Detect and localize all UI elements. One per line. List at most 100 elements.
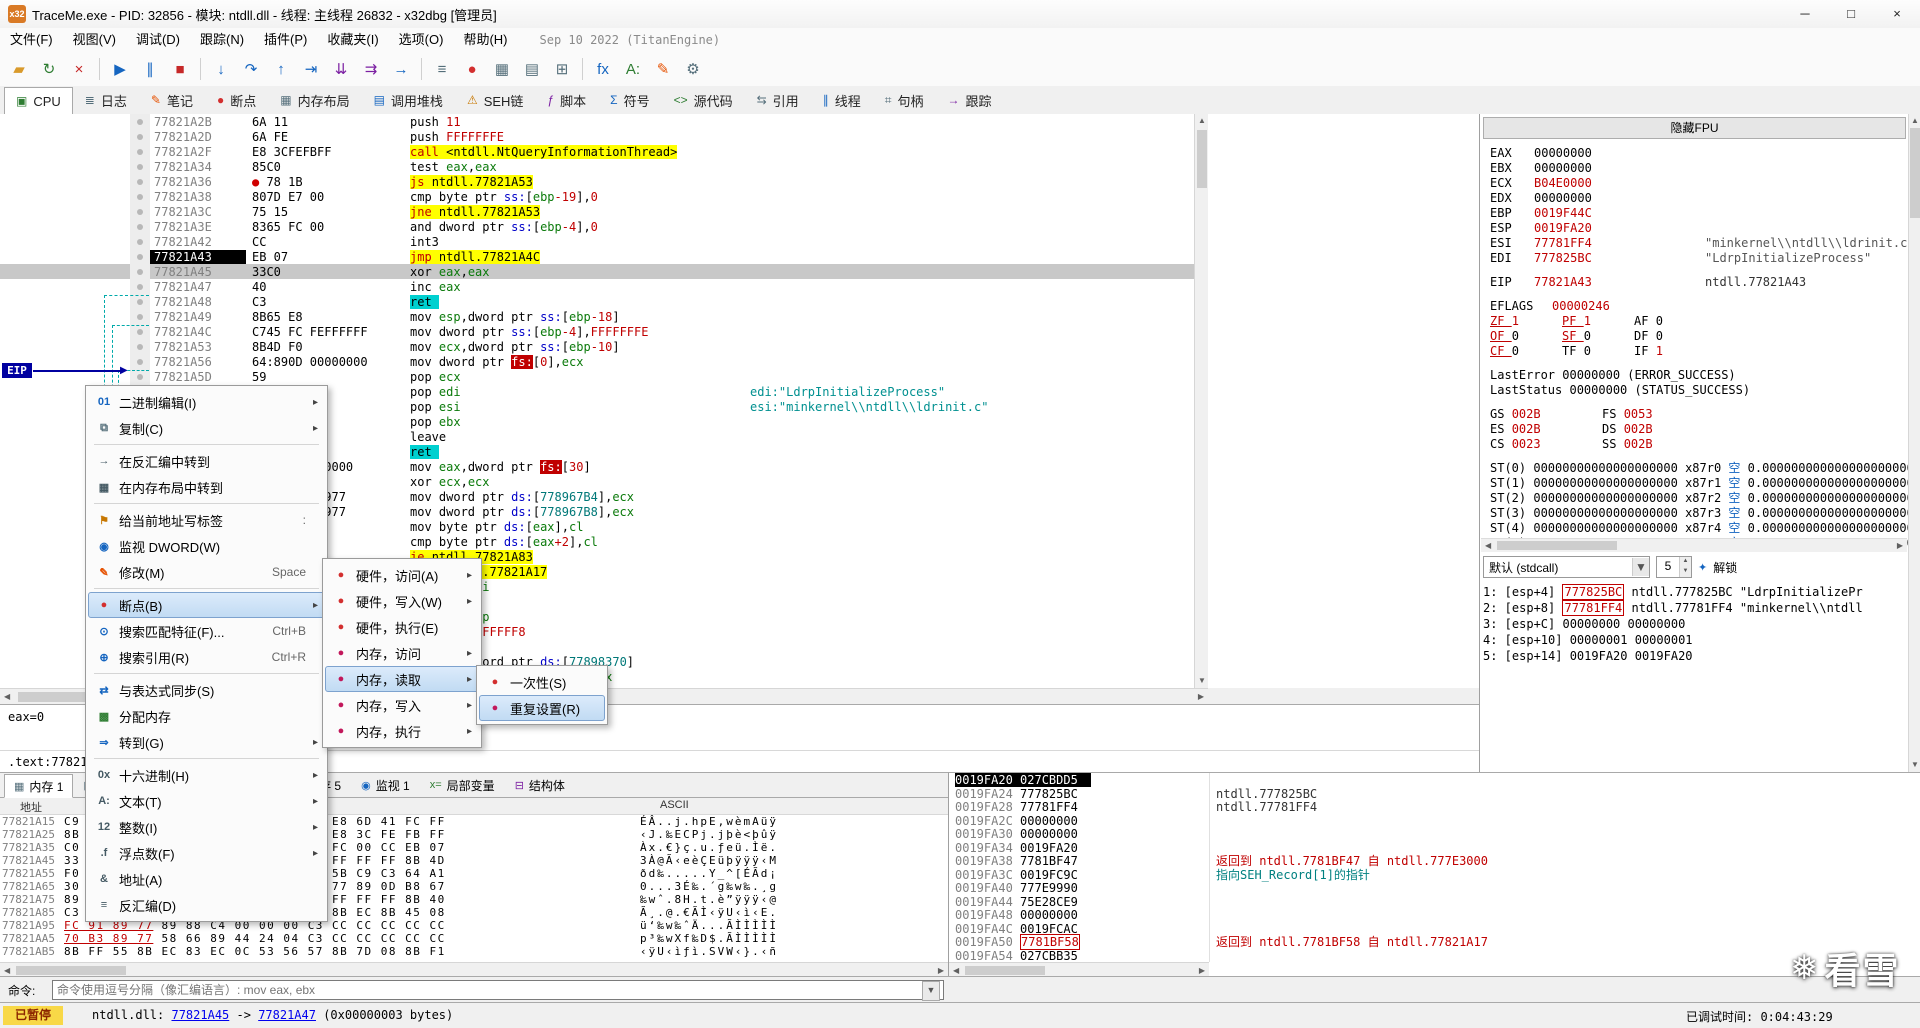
register-row-esp[interactable]: ESP 0019FA20 (1490, 221, 1909, 236)
tab-引用[interactable]: ⇆ 引用 (745, 86, 811, 114)
eflags-row[interactable]: EFLAGS 00000246 (1490, 299, 1909, 314)
stack-row[interactable]: 0019FA34 0019FA20 (949, 841, 1920, 855)
breakpoint-gutter[interactable] (130, 249, 150, 264)
disasm-row[interactable]: 77821A34 85C0 test eax,eax (0, 159, 1194, 174)
disasm-row[interactable]: 77821A3E 8365 FC 00 and dword ptr ss:[ebp-… (0, 219, 1194, 234)
stack-row[interactable]: 0019FA54 027CBB35 (949, 949, 1920, 963)
segment-gs[interactable]: GS 002B (1490, 407, 1602, 422)
disasm-row[interactable]: 77821A42 CC int3 (0, 234, 1194, 249)
call-argument-row[interactable]: 5: [esp+14] 0019FA20 0019FA20 (1483, 648, 1895, 664)
scroll-thumb[interactable] (1197, 130, 1207, 188)
disasm-vscrollbar[interactable]: ▲ ▼ (1194, 114, 1209, 688)
assemble-icon[interactable]: A: (619, 55, 647, 83)
disasm-row[interactable]: 77821A3C 75 15 jne ntdll.77821A53 (0, 204, 1194, 219)
maximize-button[interactable]: □ (1828, 0, 1874, 28)
menu-item[interactable]: ⧉ 复制(C) ▸ (88, 415, 325, 441)
disasm-row[interactable]: 77821A38 807D E7 00 cmp byte ptr ss:[ebp-1… (0, 189, 1194, 204)
selection-end-link[interactable]: 77821A47 (258, 1008, 316, 1022)
settings-gear-icon[interactable]: ⚙ (679, 55, 707, 83)
menubar-item[interactable]: 收藏夹(I) (317, 32, 388, 47)
menu-item[interactable]: 0x 十六进制(H) ▸ (88, 762, 325, 788)
breakpoint-gutter[interactable] (130, 129, 150, 144)
breakpoint-gutter[interactable] (130, 264, 150, 279)
disasm-row[interactable]: 77821A48 C3 ret (0, 294, 1194, 309)
registers-vscrollbar[interactable]: ▲ ▼ (1908, 114, 1920, 772)
call-argument-row[interactable]: 1: [esp+4] 777825BC ntdll.777825BC "Ldrp… (1483, 584, 1895, 600)
dump-tab-结构体[interactable]: ⊟ 结构体 (505, 773, 575, 797)
tab-CPU[interactable]: ▣ CPU (4, 87, 73, 115)
menu-item[interactable]: ⊕ 搜索引用(R) Ctrl+R (88, 644, 325, 670)
fpu-hscrollbar[interactable]: ◀ ▶ (1481, 538, 1907, 552)
lock-icon[interactable]: ✦ (1698, 561, 1707, 574)
segment-ss[interactable]: SS 002B (1602, 437, 1714, 452)
step-out-icon[interactable]: ↑ (267, 55, 295, 83)
menu-item[interactable]: ⚑ 给当前地址写标签: (88, 507, 325, 533)
menu-item[interactable]: ● 内存，读取 ▸ (325, 666, 479, 692)
menu-item[interactable]: ⇄ 与表达式同步(S) (88, 677, 325, 703)
menu-item[interactable]: ● 硬件，访问(A) ▸ (325, 562, 479, 588)
flag-cf[interactable]: CF 0 (1490, 344, 1562, 359)
segment-ds[interactable]: DS 002B (1602, 422, 1714, 437)
breakpoint-gutter[interactable] (130, 159, 150, 174)
breakpoint-gutter[interactable] (130, 114, 150, 129)
fx-icon[interactable]: fx (589, 55, 617, 83)
disasm-row[interactable]: 77821A43 EB 07 jmp ntdll.77821A4C (0, 249, 1194, 264)
breakpoint-gutter[interactable] (130, 279, 150, 294)
goto-icon[interactable]: → (387, 55, 415, 83)
trace-over-icon[interactable]: ⇉ (357, 55, 385, 83)
tab-内存布局[interactable]: ▦ 内存布局 (268, 86, 361, 114)
scroll-left-icon[interactable]: ◀ (4, 693, 10, 701)
spin-down-icon[interactable]: ▼ (1680, 567, 1691, 577)
menu-item[interactable]: ● 内存，访问 ▸ (325, 640, 479, 666)
register-row-ebx[interactable]: EBX 00000000 (1490, 161, 1909, 176)
tab-跟踪[interactable]: → 跟踪 (935, 86, 1003, 114)
flag-pf[interactable]: PF 1 (1562, 314, 1634, 329)
stack-row[interactable]: 0019FA2C 00000000 (949, 814, 1920, 828)
stack-row[interactable]: 0019FA30 00000000 (949, 827, 1920, 841)
breakpoint-gutter[interactable] (130, 144, 150, 159)
disasm-row[interactable]: 77821A49 8B65 E8 mov esp,dword ptr ss:[ebp… (0, 309, 1194, 324)
command-history-dropdown[interactable]: ▼ (922, 981, 940, 1001)
disasm-row[interactable]: 77821A47 40 inc eax (0, 279, 1194, 294)
disasm-row[interactable]: 77821A4C C745 FC FEFFFFFF mov dword ptr ss… (0, 324, 1194, 339)
menu-item[interactable]: 12 整数(I) ▸ (88, 814, 325, 840)
close-button[interactable]: × (1874, 0, 1920, 28)
register-row-ebp[interactable]: EBP 0019F44C (1490, 206, 1909, 221)
segment-es[interactable]: ES 002B (1490, 422, 1602, 437)
stack-pane[interactable]: 0019FA20 027CBDD5 0019FA24 777825BC ntdll.… (948, 772, 1920, 978)
scroll-thumb[interactable] (16, 966, 126, 975)
scroll-down-icon[interactable]: ▼ (1911, 761, 1919, 769)
stack-row[interactable]: 0019FA24 777825BC ntdll.777825BC (949, 787, 1920, 801)
tab-断点[interactable]: ● 断点 (205, 86, 268, 114)
step-over-icon[interactable]: ↷ (237, 55, 265, 83)
menu-item[interactable]: ● 内存，执行 ▸ (325, 718, 479, 744)
menu-item[interactable]: → 在反汇编中转到 (88, 448, 325, 474)
flag-if[interactable]: IF 1 (1634, 344, 1706, 359)
stack-row[interactable]: 0019FA4C 0019FCAC (949, 922, 1920, 936)
stack-row[interactable]: 0019FA38 7781BF47 返回到 ntdll.7781BF47 自 nt… (949, 854, 1920, 868)
menu-item[interactable]: ≡ 反汇编(D) (88, 892, 325, 918)
tab-日志[interactable]: ≣ 日志 (73, 86, 139, 114)
scroll-left-icon[interactable]: ◀ (953, 967, 959, 975)
menubar-item[interactable]: 插件(P) (254, 32, 317, 47)
log-icon[interactable]: ≡ (428, 55, 456, 83)
register-row-edi[interactable]: EDI 777825BC "LdrpInitializeProcess" (1490, 251, 1909, 266)
stack-row[interactable]: 0019FA40 777E9990 (949, 881, 1920, 895)
tab-符号[interactable]: Σ 符号 (598, 86, 661, 114)
menubar-item[interactable]: 视图(V) (63, 32, 126, 47)
memory-map-icon[interactable]: ▦ (488, 55, 516, 83)
scroll-right-icon[interactable]: ▶ (938, 967, 944, 975)
menu-item[interactable]: ● 内存，写入 ▸ (325, 692, 479, 718)
calculator-icon[interactable]: ⊞ (548, 55, 576, 83)
title-bar[interactable]: x32 TraceMe.exe - PID: 32856 - 模块: ntdll… (0, 0, 1920, 29)
register-row-eip[interactable]: EIP 77821A43 ntdll.77821A43 (1490, 275, 1909, 290)
open-folder-icon[interactable]: ▰ (5, 55, 33, 83)
scroll-thumb[interactable] (1497, 541, 1617, 550)
menu-item[interactable]: .f 浮点数(F) ▸ (88, 840, 325, 866)
calling-convention-select[interactable]: 默认 (stdcall) ▼ (1483, 556, 1650, 578)
patch-icon[interactable]: ✎ (649, 55, 677, 83)
command-input[interactable] (52, 980, 944, 1000)
scroll-thumb[interactable] (1910, 128, 1920, 218)
flag-sf[interactable]: SF 0 (1562, 329, 1634, 344)
menubar-item[interactable]: 跟踪(N) (190, 32, 254, 47)
